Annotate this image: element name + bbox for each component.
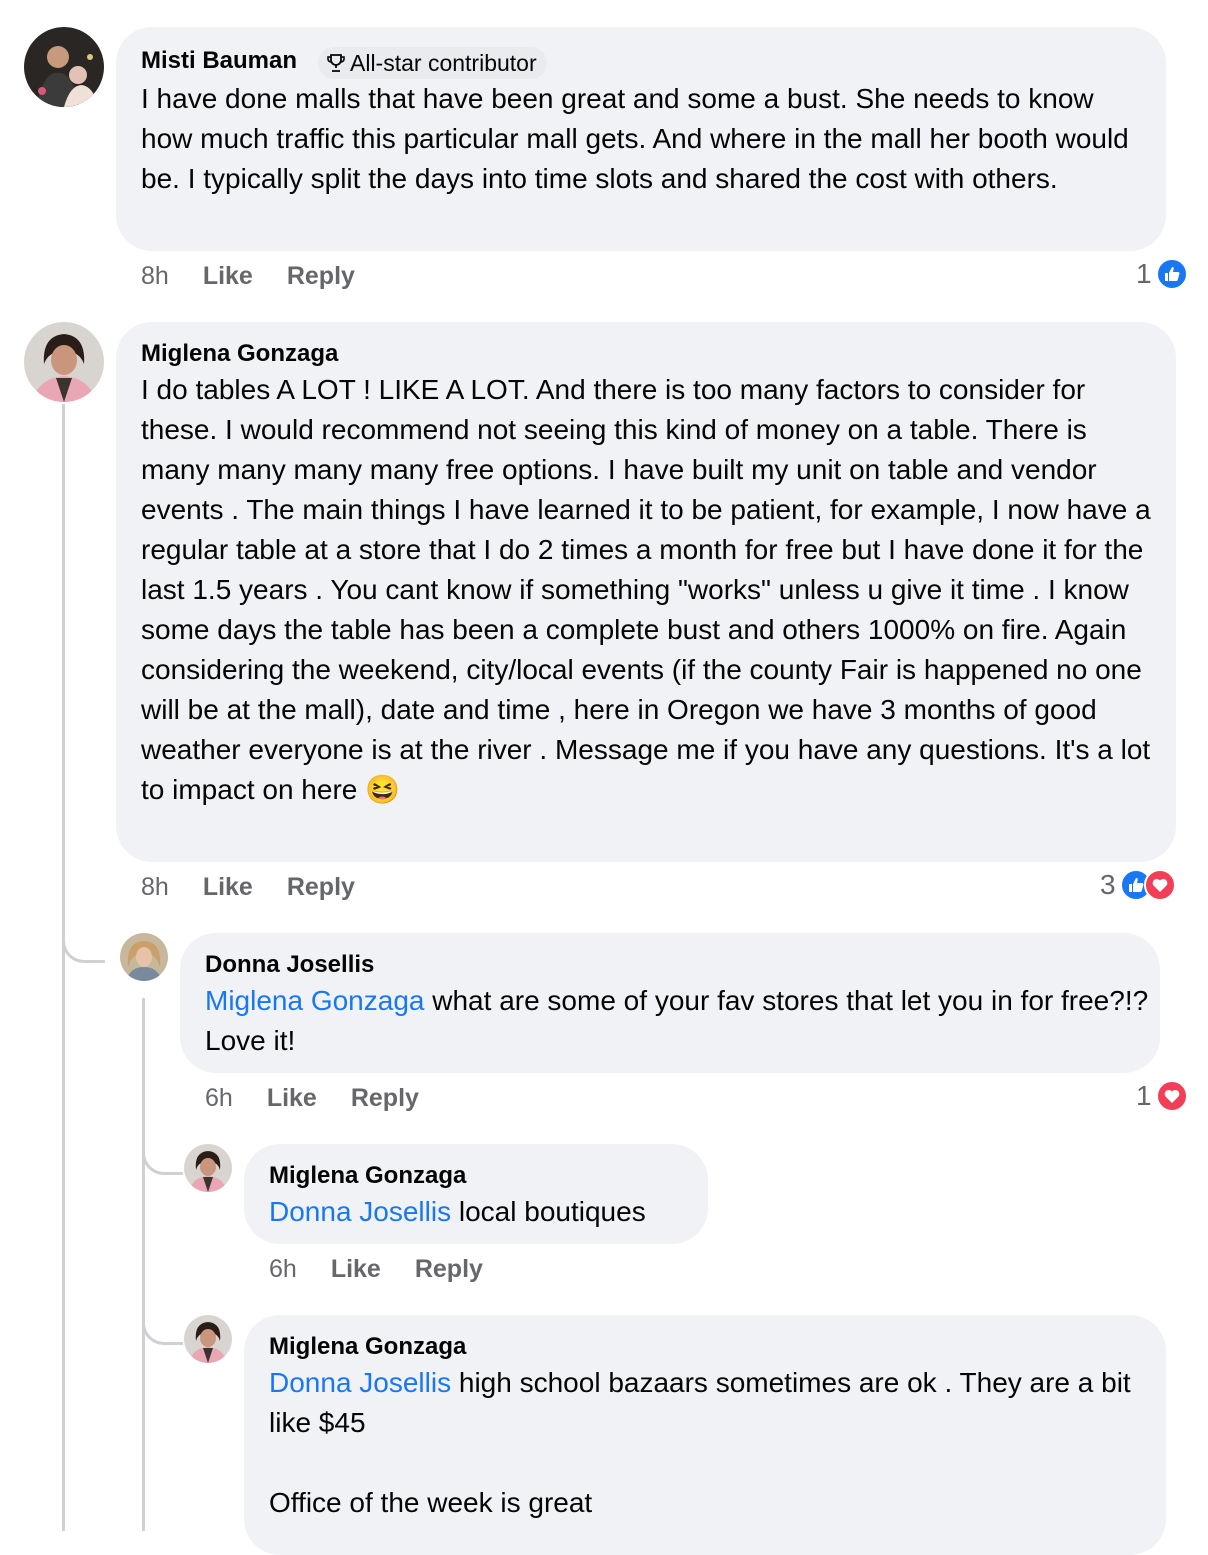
comment-text-paragraph: Office of the week is great bbox=[269, 1487, 593, 1518]
comment-author[interactable]: Misti Bauman bbox=[141, 47, 297, 75]
mention-link[interactable]: Donna Josellis bbox=[269, 1367, 451, 1398]
mention-link[interactable]: Donna Josellis bbox=[269, 1196, 451, 1227]
thread-line-main bbox=[62, 404, 65, 1531]
like-button[interactable]: Like bbox=[203, 873, 253, 902]
comment-text: Miglena Gonzaga what are some of your fa… bbox=[205, 981, 1150, 1061]
comment-actions: 6h Like Reply bbox=[269, 1255, 483, 1284]
comment-body: local boutiques bbox=[451, 1196, 646, 1227]
comment-time[interactable]: 8h bbox=[141, 262, 169, 291]
avatar[interactable] bbox=[24, 322, 104, 402]
comment-time[interactable]: 6h bbox=[205, 1084, 233, 1113]
avatar[interactable] bbox=[24, 27, 104, 107]
comment-text: Donna Josellis high school bazaars somet… bbox=[269, 1363, 1154, 1443]
comment-time[interactable]: 6h bbox=[269, 1255, 297, 1284]
comment-actions: 8h Like Reply bbox=[141, 873, 355, 902]
reaction-summary[interactable]: 3 bbox=[1100, 869, 1176, 901]
like-button[interactable]: Like bbox=[203, 262, 253, 291]
reaction-summary[interactable]: 1 bbox=[1136, 258, 1188, 290]
thread-curve-reply1 bbox=[142, 1132, 183, 1175]
thread-curve-donna bbox=[62, 910, 105, 963]
comment-text: Donna Josellis local boutiques bbox=[269, 1192, 699, 1232]
reply-button[interactable]: Reply bbox=[287, 262, 355, 291]
love-icon bbox=[1155, 1080, 1188, 1112]
avatar[interactable] bbox=[184, 1144, 232, 1192]
all-star-contributor-badge[interactable]: All-star contributor bbox=[318, 47, 547, 79]
comment-author[interactable]: Miglena Gonzaga bbox=[269, 1333, 466, 1361]
comment-body: I do tables A LOT ! LIKE A LOT. And ther… bbox=[141, 374, 1151, 805]
reply-button[interactable]: Reply bbox=[415, 1255, 483, 1284]
avatar[interactable] bbox=[120, 933, 168, 981]
mention-link[interactable]: Miglena Gonzaga bbox=[205, 985, 424, 1016]
comment-author[interactable]: Miglena Gonzaga bbox=[269, 1162, 466, 1190]
like-button[interactable]: Like bbox=[331, 1255, 381, 1284]
reaction-count: 3 bbox=[1100, 869, 1116, 900]
comment-time[interactable]: 8h bbox=[141, 873, 169, 902]
grinning-squinting-emoji: 😆 bbox=[365, 774, 400, 805]
comment-text: I have done malls that have been great a… bbox=[141, 83, 1129, 194]
comment-author[interactable]: Miglena Gonzaga bbox=[141, 340, 338, 368]
reaction-summary[interactable]: 1 bbox=[1136, 1080, 1188, 1112]
reaction-count: 1 bbox=[1136, 258, 1152, 289]
badge-label: All-star contributor bbox=[350, 49, 537, 76]
love-icon bbox=[1143, 869, 1176, 901]
comment-text: I do tables A LOT ! LIKE A LOT. And ther… bbox=[141, 370, 1161, 810]
comment-author[interactable]: Donna Josellis bbox=[205, 951, 374, 979]
reply-button[interactable]: Reply bbox=[351, 1084, 419, 1113]
comment-actions: 8h Like Reply bbox=[141, 262, 355, 291]
trophy-icon bbox=[326, 53, 346, 73]
thread-line-donna bbox=[142, 998, 145, 1531]
like-icon bbox=[1155, 258, 1188, 290]
reply-button[interactable]: Reply bbox=[287, 873, 355, 902]
comment-actions: 6h Like Reply bbox=[205, 1084, 419, 1113]
avatar[interactable] bbox=[184, 1315, 232, 1363]
reaction-count: 1 bbox=[1136, 1080, 1152, 1111]
thread-curve-reply2 bbox=[142, 1298, 183, 1345]
like-button[interactable]: Like bbox=[267, 1084, 317, 1113]
